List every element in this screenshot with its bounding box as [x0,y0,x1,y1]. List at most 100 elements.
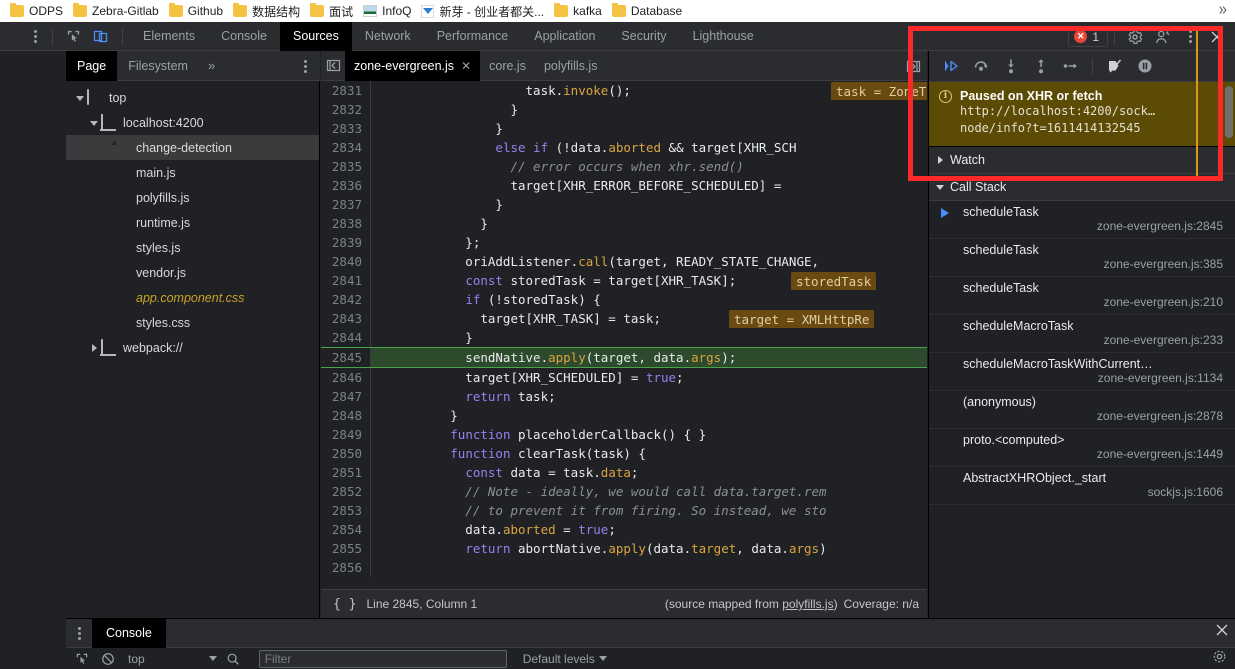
code-line[interactable]: 2842 if (!storedTask) { [321,290,927,309]
line-number[interactable]: 2832 [321,100,371,119]
tree-item-styles-css[interactable]: styles.css [66,310,319,335]
call-stack-row[interactable]: AbstractXHRObject._start sockjs.js:1606 [929,467,1235,505]
tree-item-main-js[interactable]: main.js [66,160,319,185]
bookmark-item[interactable]: Database [610,1,690,21]
call-stack-row[interactable]: proto.<computed> zone-evergreen.js:1449 [929,429,1235,467]
tab-security[interactable]: Security [608,22,679,51]
tree-item-polyfills-js[interactable]: polyfills.js [66,185,319,210]
code-line[interactable]: 2844 } [321,328,927,347]
line-number[interactable]: 2845 [321,348,371,367]
line-number[interactable]: 2847 [321,387,371,406]
line-number[interactable]: 2840 [321,252,371,271]
call-stack-location[interactable]: zone-evergreen.js:233 [963,333,1227,347]
error-count-badge[interactable]: ✕ 1 [1068,26,1108,47]
bookmark-item[interactable]: InfoQ [361,1,419,21]
console-filter-input[interactable]: Filter [258,649,507,668]
line-number[interactable]: 2853 [321,501,371,520]
tab-performance[interactable]: Performance [424,22,522,51]
line-number[interactable]: 2855 [321,539,371,558]
device-toolbar-icon[interactable] [87,23,115,49]
code-line[interactable]: 2839 }; [321,233,927,252]
step-over-icon[interactable] [967,53,994,80]
line-number[interactable]: 2851 [321,463,371,482]
line-number[interactable]: 2835 [321,157,371,176]
line-number[interactable]: 2833 [321,119,371,138]
code-line[interactable]: 2849 function placeholderCallback() { } [321,425,927,444]
console-inspect-icon[interactable] [72,649,92,669]
call-stack-location[interactable]: zone-evergreen.js:210 [963,295,1227,309]
drawer-tab-console[interactable]: Console [92,618,166,648]
code-line[interactable]: 2832 } [321,100,927,119]
line-number[interactable]: 2836 [321,176,371,195]
line-number[interactable]: 2849 [321,425,371,444]
line-number[interactable]: 2834 [321,138,371,157]
twisty-down-icon[interactable] [88,117,100,129]
close-drawer-icon[interactable] [1215,623,1229,642]
call-stack-location[interactable]: sockjs.js:1606 [963,485,1227,499]
line-number[interactable]: 2841 [321,271,371,290]
editor-tab-core[interactable]: core.js [480,51,535,81]
nav-tab-filesystem[interactable]: Filesystem [117,51,199,81]
step-icon[interactable] [1057,53,1084,80]
resume-script-icon[interactable] [937,53,964,80]
code-line[interactable]: 2851 const data = task.data; [321,463,927,482]
code-editor[interactable]: 2831 task.invoke();task = ZoneTask2832 }… [321,81,927,589]
code-line[interactable]: 2831 task.invoke();task = ZoneTask [321,81,927,100]
call-stack-section-header[interactable]: Call Stack [929,174,1235,201]
code-line[interactable]: 2836 target[XHR_ERROR_BEFORE_SCHEDULED] … [321,176,927,195]
line-number[interactable]: 2856 [321,558,371,577]
bookmark-item[interactable]: 新芽 - 创业者都关... [419,1,552,21]
step-into-icon[interactable] [997,53,1024,80]
code-line[interactable]: 2848 } [321,406,927,425]
close-icon[interactable]: ✕ [461,59,471,73]
deactivate-breakpoints-icon[interactable] [1101,53,1128,80]
console-settings-gear-icon[interactable] [1212,649,1227,667]
line-number[interactable]: 2837 [321,195,371,214]
nav-tab-page[interactable]: Page [66,50,118,81]
line-number[interactable]: 2838 [321,214,371,233]
tree-item-top[interactable]: top [66,85,319,110]
clear-console-icon[interactable] [98,649,118,669]
tab-network[interactable]: Network [352,22,424,51]
line-number[interactable]: 2850 [321,444,371,463]
code-line[interactable]: 2855 return abortNative.apply(data.targe… [321,539,927,558]
settings-gear-icon[interactable] [1121,24,1149,50]
drawer-options-icon[interactable] [66,620,92,646]
call-stack-row[interactable]: scheduleTask zone-evergreen.js:385 [929,239,1235,277]
tree-item-runtime-js[interactable]: runtime.js [66,210,319,235]
bookmark-item[interactable]: kafka [552,1,610,21]
tree-item-localhost[interactable]: localhost:4200 [66,110,319,135]
code-line[interactable]: 2853 // to prevent it from firing. So in… [321,501,927,520]
code-line[interactable]: 2837 } [321,195,927,214]
close-devtools-icon[interactable] [1203,24,1231,50]
bookmark-item[interactable]: ODPS [8,1,71,21]
bookmark-item[interactable]: Zebra-Gitlab [71,1,167,21]
console-levels-selector[interactable]: Default levels [523,652,607,666]
code-line[interactable]: 2838 } [321,214,927,233]
editor-tab-polyfills[interactable]: polyfills.js [535,51,607,81]
line-number[interactable]: 2852 [321,482,371,501]
line-number[interactable]: 2848 [321,406,371,425]
line-number[interactable]: 2842 [321,290,371,309]
line-number[interactable]: 2831 [321,81,371,100]
call-stack-row[interactable]: scheduleTask zone-evergreen.js:2845 [929,201,1235,239]
tree-item-webpack[interactable]: webpack:// [66,335,319,360]
code-line[interactable]: 2834 else if (!data.aborted && target[XH… [321,138,927,157]
line-number[interactable]: 2843 [321,309,371,328]
tab-console[interactable]: Console [208,22,280,51]
call-stack-row[interactable]: scheduleMacroTaskWithCurrent… zone-everg… [929,353,1235,391]
source-mapped-link[interactable]: polyfills.js [782,597,833,611]
call-stack-location[interactable]: zone-evergreen.js:2845 [963,219,1227,233]
twisty-down-icon[interactable] [74,92,86,104]
bookmarks-overflow-icon[interactable]: » [1219,0,1227,19]
code-line[interactable]: 2840 oriAddListener.call(target, READY_S… [321,252,927,271]
code-line[interactable]: 2835 // error occurs when xhr.send() [321,157,927,176]
editor-tab-zone-evergreen[interactable]: zone-evergreen.js ✕ [345,50,481,81]
code-line[interactable]: 2854 data.aborted = true; [321,520,927,539]
tab-sources[interactable]: Sources [279,21,352,51]
line-number[interactable]: 2854 [321,520,371,539]
tree-item-styles-js[interactable]: styles.js [66,235,319,260]
navigator-options-icon[interactable] [292,53,318,79]
line-number[interactable]: 2844 [321,328,371,347]
bookmark-item[interactable]: 面试 [308,1,361,21]
